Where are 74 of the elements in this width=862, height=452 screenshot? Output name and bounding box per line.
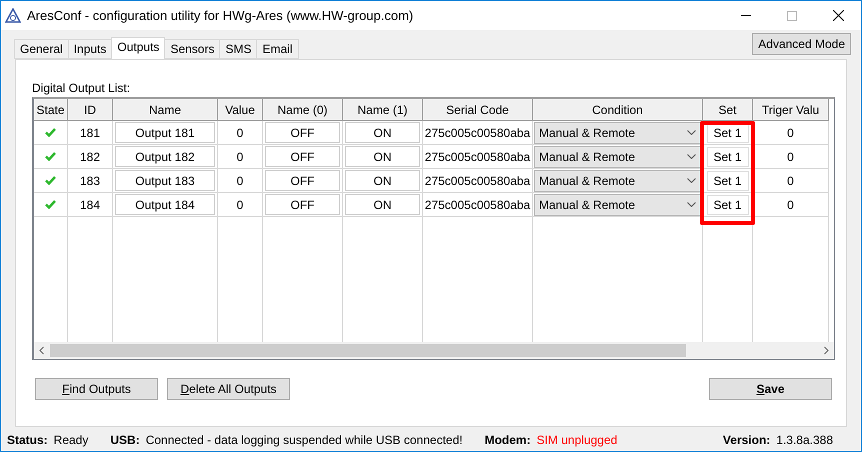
- tab[interactable]: Email: [256, 39, 298, 59]
- table-cell: 0: [236, 198, 244, 212]
- name-field[interactable]: OFF: [265, 170, 340, 191]
- minimize-icon: [741, 14, 751, 16]
- maximize-icon: [787, 10, 797, 20]
- status-label: USB:: [110, 433, 140, 447]
- column-header[interactable]: Name: [113, 99, 218, 121]
- tab[interactable]: Sensors: [164, 39, 220, 59]
- chevron-down-icon: [687, 154, 696, 159]
- set-button[interactable]: Set 1: [706, 146, 748, 166]
- status-value: Connected - data logging suspended while USB connected!: [146, 433, 463, 447]
- column-header[interactable]: ID: [68, 99, 113, 121]
- column-header[interactable]: Name (1): [343, 99, 423, 121]
- column-header[interactable]: Condition: [533, 99, 703, 121]
- name-field[interactable]: Output 181: [115, 122, 215, 143]
- condition-dropdown[interactable]: Manual & Remote: [534, 170, 701, 192]
- table-cell: 275c005c00580aba: [424, 174, 530, 188]
- table-cell: 184: [80, 198, 100, 212]
- table-cell: 181: [80, 126, 100, 140]
- tab[interactable]: SMS: [219, 39, 258, 59]
- table-cell: 0: [787, 150, 794, 164]
- status-label: Status:: [7, 433, 48, 447]
- condition-dropdown[interactable]: Manual & Remote: [534, 122, 701, 144]
- close-icon: [832, 10, 844, 21]
- column-header[interactable]: State: [34, 99, 68, 121]
- column-header[interactable]: Triger Valu: [753, 99, 829, 121]
- table-cell: 275c005c00580aba: [424, 150, 530, 164]
- table-cell: 0: [236, 150, 244, 164]
- column-header[interactable]: Set: [703, 99, 753, 121]
- status-label: Version:: [722, 433, 770, 447]
- name-field[interactable]: ON: [345, 194, 420, 215]
- status-value: Ready: [54, 433, 88, 447]
- tab[interactable]: Outputs: [111, 37, 166, 59]
- status-value: SIM unplugged: [536, 433, 618, 447]
- name-field[interactable]: OFF: [265, 146, 340, 167]
- table-cell: 0: [787, 126, 794, 140]
- table-cell: 0: [236, 126, 244, 140]
- set-button[interactable]: Set 1: [706, 170, 748, 190]
- name-field[interactable]: OFF: [265, 122, 340, 143]
- advanced-mode-button[interactable]: Advanced Mode: [752, 33, 851, 55]
- chevron-down-icon: [687, 202, 696, 207]
- column-header[interactable]: Name (0): [263, 99, 343, 121]
- scrollbar-thumb[interactable]: [50, 344, 686, 357]
- status-label: Modem:: [484, 433, 531, 447]
- chevron-down-icon: [687, 178, 696, 183]
- name-field[interactable]: ON: [345, 146, 420, 167]
- tab[interactable]: Inputs: [68, 39, 112, 59]
- name-field[interactable]: ON: [345, 122, 420, 143]
- action-button[interactable]: Find Outputs: [35, 378, 158, 400]
- app-logo-icon: [5, 8, 21, 23]
- column-header[interactable]: Serial Code: [423, 99, 533, 121]
- window-title: AresConf - configuration utility for HWg-Ares (www.HW-group.com): [27, 8, 414, 23]
- table-cell: 275c005c00580aba: [424, 126, 530, 140]
- action-button[interactable]: Save: [709, 378, 832, 400]
- tab[interactable]: General: [14, 39, 69, 59]
- table-cell: 0: [787, 198, 794, 212]
- chevron-down-icon: [687, 130, 696, 135]
- table-cell: 275c005c00580aba: [424, 198, 530, 212]
- name-field[interactable]: Output 182: [115, 146, 215, 167]
- column-header[interactable]: Value: [218, 99, 263, 121]
- list-label: Digital Output List:: [32, 81, 132, 95]
- action-button[interactable]: Delete All Outputs: [167, 378, 290, 400]
- condition-dropdown[interactable]: Manual & Remote: [534, 194, 701, 216]
- set-button[interactable]: Set 1: [706, 194, 748, 214]
- name-field[interactable]: Output 183: [115, 170, 215, 191]
- status-value: 1.3.8a.388: [776, 433, 833, 447]
- table-cell: 0: [236, 174, 244, 188]
- name-field[interactable]: OFF: [265, 194, 340, 215]
- name-field[interactable]: Output 184: [115, 194, 215, 215]
- name-field[interactable]: ON: [345, 170, 420, 191]
- condition-dropdown[interactable]: Manual & Remote: [534, 146, 701, 168]
- table-cell: 183: [80, 174, 100, 188]
- table-cell: 0: [787, 174, 794, 188]
- table-cell: 182: [80, 150, 100, 164]
